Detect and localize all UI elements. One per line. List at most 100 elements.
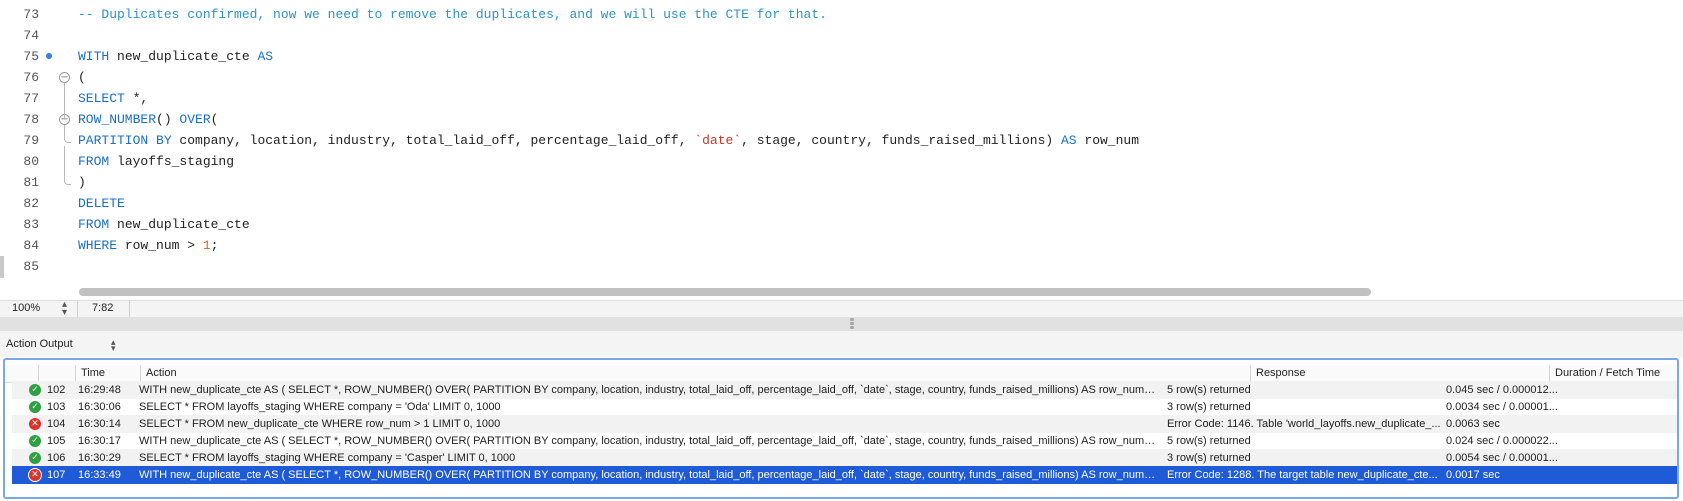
code-token: *, xyxy=(124,91,149,106)
line-number: 81 xyxy=(23,175,39,190)
code-line[interactable]: 84 WHERE row_num > 1; xyxy=(0,235,1683,256)
action-output-table: Time Action Response Duration / Fetch Ti… xyxy=(3,358,1679,499)
check-circle-icon: ✓ xyxy=(29,452,41,464)
panel-splitter[interactable] xyxy=(0,317,1683,331)
row-action: WITH new_duplicate_cte AS ( SELECT *, RO… xyxy=(139,469,1157,481)
code-token: FROM xyxy=(78,154,110,169)
code-token: ( xyxy=(210,112,219,127)
stepper-icon[interactable]: ▴ ▾ xyxy=(62,300,67,318)
code-text[interactable]: ( xyxy=(78,67,86,88)
code-token: new_duplicate_cte xyxy=(109,49,258,64)
sql-editor[interactable]: 73 -- Duplicates confirmed, now we need t… xyxy=(0,0,1683,300)
horizontal-scrollbar[interactable] xyxy=(79,288,1371,296)
code-line[interactable]: 83 FROM new_duplicate_cte xyxy=(0,214,1683,235)
statement-marker-icon[interactable] xyxy=(46,53,52,59)
table-row[interactable]: ✕ 107 16:33:49 WITH new_duplicate_cte AS ( … xyxy=(12,466,1677,484)
code-token: OVER xyxy=(179,112,211,127)
code-token: PARTITION BY xyxy=(78,133,172,148)
code-token: layoffs_staging xyxy=(109,154,235,169)
row-time: 16:30:06 xyxy=(78,401,121,413)
code-line[interactable]: 75 WITH new_duplicate_cte AS xyxy=(0,46,1683,67)
row-duration: 0.024 sec / 0.000022... xyxy=(1446,435,1558,447)
code-token: ) xyxy=(78,175,86,190)
line-number: 77 xyxy=(23,91,39,106)
zoom-level: 100% xyxy=(12,302,41,314)
row-number: 107 xyxy=(47,469,66,481)
row-action: SELECT * FROM new_duplicate_cte WHERE ro… xyxy=(139,418,501,430)
code-token: 1 xyxy=(202,238,211,253)
code-token: ( xyxy=(78,70,86,85)
column-header-status[interactable] xyxy=(5,365,12,382)
code-line[interactable]: 79 PARTITION BY company, location, indust… xyxy=(0,130,1683,151)
code-line[interactable]: 77 SELECT *, xyxy=(0,88,1683,109)
code-text[interactable]: FROM new_duplicate_cte xyxy=(78,214,250,235)
code-token: `date` xyxy=(694,133,742,148)
cursor-position: 7:82 xyxy=(80,301,130,317)
code-token: row_num xyxy=(1076,133,1140,148)
zoom-selector[interactable]: 100% ▴ ▾ xyxy=(0,300,78,318)
column-header-number[interactable] xyxy=(38,365,71,382)
column-header-time[interactable]: Time xyxy=(75,365,135,382)
table-row[interactable]: ✓ 102 16:29:48 WITH new_duplicate_cte AS ( … xyxy=(12,381,1677,399)
column-header-duration[interactable]: Duration / Fetch Time xyxy=(1549,365,1677,382)
code-line[interactable]: 73 -- Duplicates confirmed, now we need t… xyxy=(0,4,1683,25)
code-line[interactable]: 82 DELETE xyxy=(0,193,1683,214)
row-number: 103 xyxy=(47,401,66,413)
code-text[interactable]: -- Duplicates confirmed, now we need to … xyxy=(78,4,827,25)
column-header-response[interactable]: Response xyxy=(1250,365,1550,382)
row-number: 102 xyxy=(47,384,66,396)
code-token: DELETE xyxy=(78,196,125,211)
code-text[interactable]: ROW_NUMBER() OVER( xyxy=(78,109,218,130)
code-line[interactable]: 74 xyxy=(0,25,1683,46)
fold-end-marker xyxy=(64,176,71,185)
table-row[interactable]: ✓ 103 16:30:06 SELECT * FROM layoffs_stagin… xyxy=(12,398,1677,416)
code-token: new_duplicate_cte xyxy=(109,217,250,232)
column-header-action[interactable]: Action xyxy=(140,365,1250,382)
line-number: 83 xyxy=(23,217,39,232)
code-token: , stage, country, funds_raised_millions) xyxy=(741,133,1061,148)
table-row[interactable]: ✓ 106 16:30:29 SELECT * FROM layoffs_stagin… xyxy=(12,449,1677,467)
line-number: 78 xyxy=(23,112,39,127)
code-text[interactable]: WITH new_duplicate_cte AS xyxy=(78,46,273,67)
row-action: SELECT * FROM layoffs_staging WHERE comp… xyxy=(139,401,501,413)
error-x-circle-icon: ✕ xyxy=(29,469,41,481)
row-time: 16:33:49 xyxy=(78,469,121,481)
row-response: 3 row(s) returned xyxy=(1167,452,1251,464)
dropdown-stepper-icon[interactable]: ▴ ▾ xyxy=(111,338,116,353)
row-duration: 0.0063 sec xyxy=(1446,418,1500,430)
code-text[interactable]: WHERE row_num > 1; xyxy=(78,235,218,256)
row-duration: 0.0054 sec / 0.00001... xyxy=(1446,452,1558,464)
row-response: Error Code: 1288. The target table new_d… xyxy=(1167,469,1438,481)
row-action: WITH new_duplicate_cte AS ( SELECT *, RO… xyxy=(139,384,1157,396)
line-number: 73 xyxy=(23,7,39,22)
code-text[interactable]: DELETE xyxy=(78,193,125,214)
row-time: 16:30:29 xyxy=(78,452,121,464)
code-text[interactable]: FROM layoffs_staging xyxy=(78,151,234,172)
line-number: 76 xyxy=(23,70,39,85)
row-duration: 0.0034 sec / 0.00001... xyxy=(1446,401,1558,413)
line-number: 74 xyxy=(23,28,39,43)
fold-toggle-icon[interactable]: − xyxy=(59,72,70,83)
output-type-select[interactable]: Action Output xyxy=(6,338,73,350)
output-header: Action Output ▴ ▾ xyxy=(0,331,1683,357)
check-circle-icon: ✓ xyxy=(29,384,41,396)
row-response: 3 row(s) returned xyxy=(1167,401,1251,413)
code-text[interactable]: SELECT *, xyxy=(78,88,148,109)
code-line[interactable]: 85 xyxy=(0,256,1683,277)
splitter-grip-icon[interactable] xyxy=(850,318,854,330)
code-line[interactable]: 81) xyxy=(0,172,1683,193)
line-number: 82 xyxy=(23,196,39,211)
code-text[interactable]: ) xyxy=(78,172,86,193)
table-row[interactable]: ✓ 105 16:30:17 WITH new_duplicate_cte AS ( … xyxy=(12,432,1677,450)
code-line[interactable]: 80 FROM layoffs_staging xyxy=(0,151,1683,172)
code-text[interactable]: PARTITION BY company, location, industry… xyxy=(78,130,1139,151)
line-number: 79 xyxy=(23,133,39,148)
code-token: ; xyxy=(210,238,219,253)
editor-status-bar: 100% ▴ ▾ 7:82 xyxy=(0,300,1683,318)
code-token: AS xyxy=(257,49,274,64)
row-number: 104 xyxy=(47,418,66,430)
code-token: WITH xyxy=(78,49,110,64)
code-line[interactable]: 78 ROW_NUMBER() OVER( xyxy=(0,109,1683,130)
table-row[interactable]: ✕ 104 16:30:14 SELECT * FROM new_duplicate_… xyxy=(12,415,1677,433)
code-line[interactable]: 76 ( xyxy=(0,67,1683,88)
